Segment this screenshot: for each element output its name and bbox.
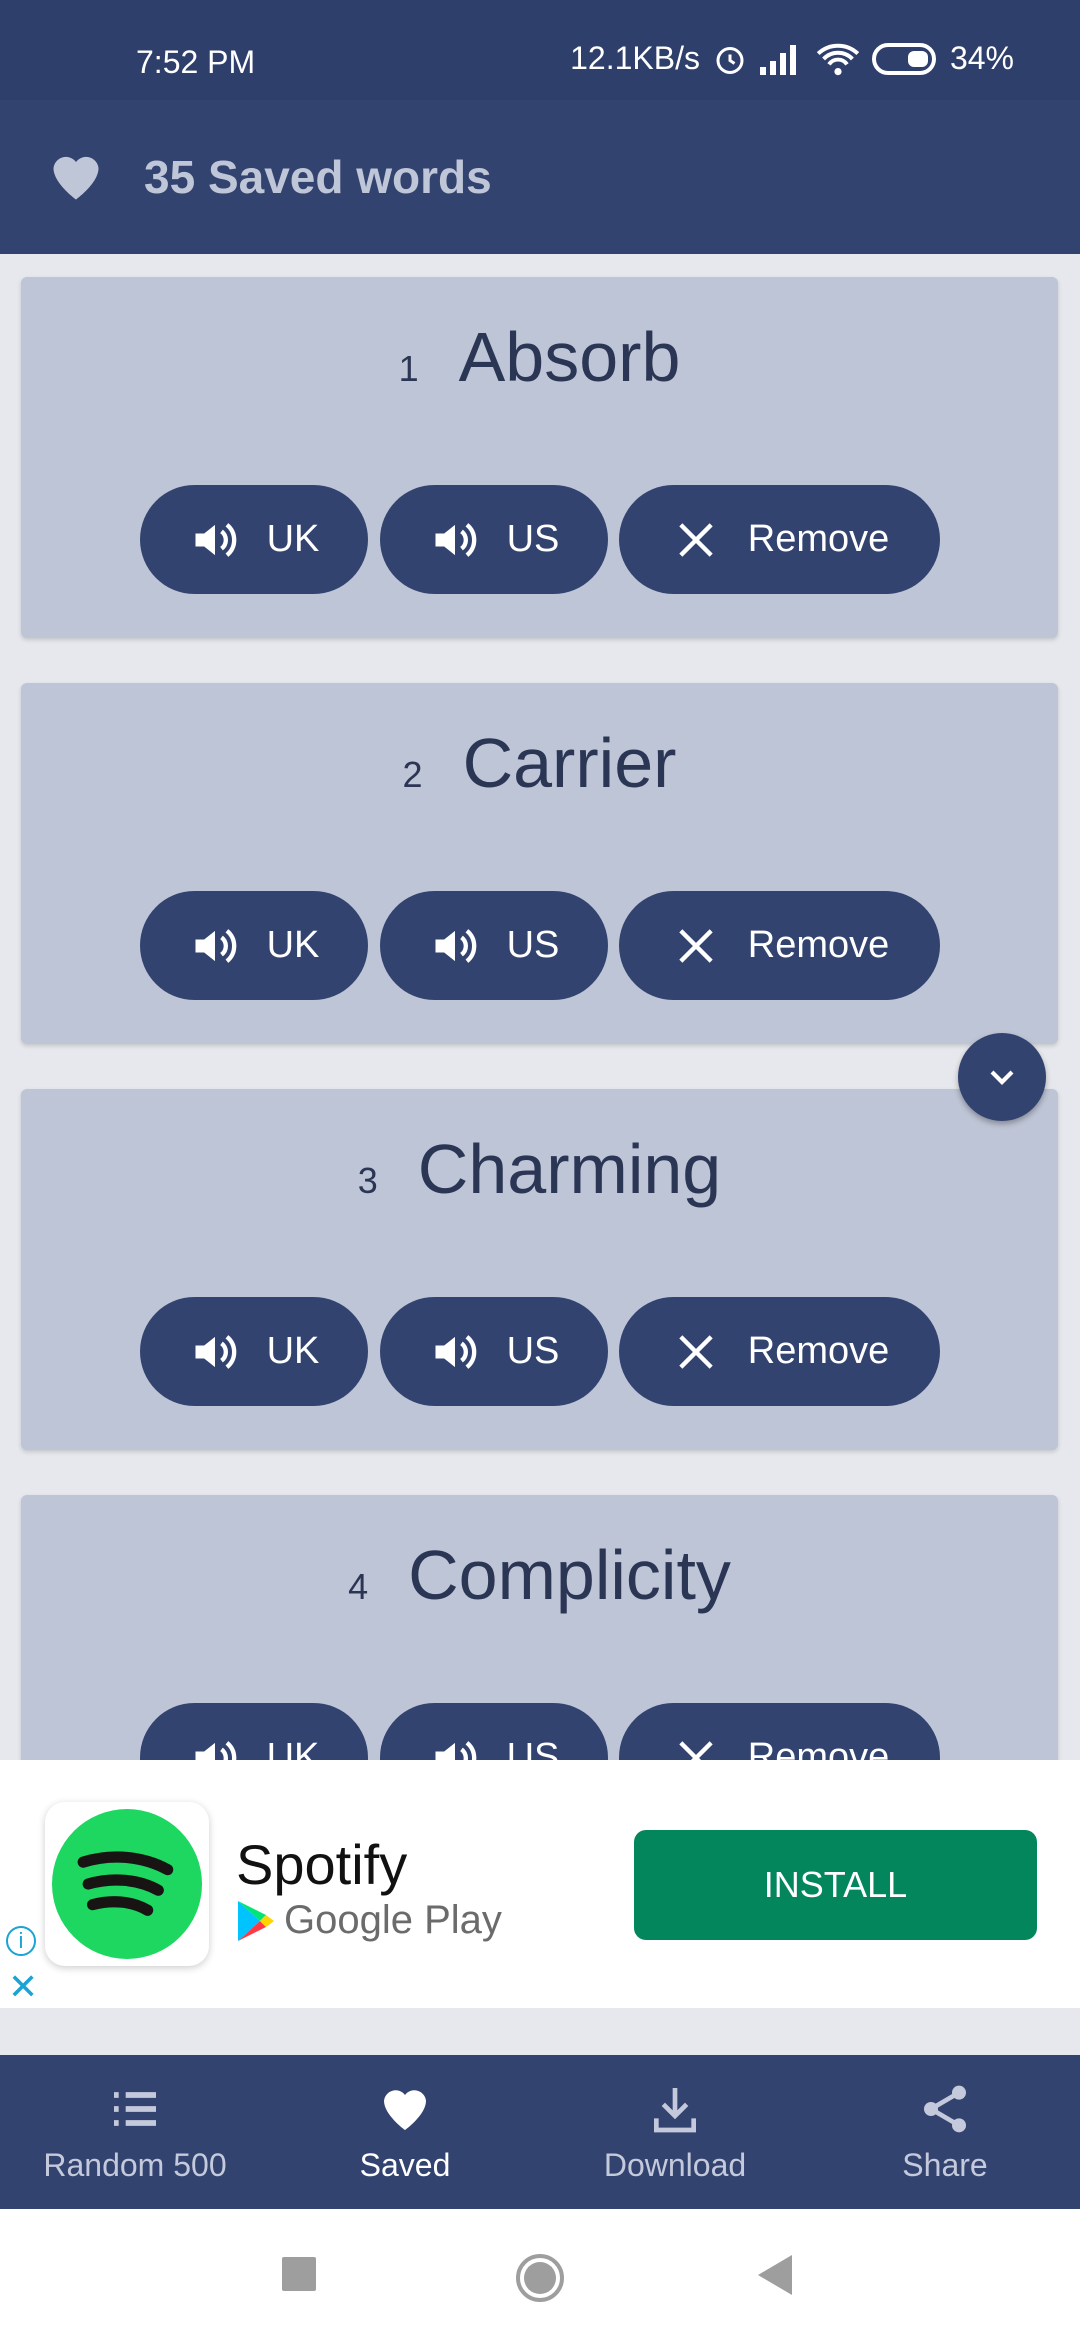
uk-label: UK [266, 924, 320, 966]
google-play-icon [238, 1900, 274, 1941]
speaker-icon [195, 928, 236, 963]
battery-level: 34% [949, 40, 1014, 76]
speaker-icon [435, 928, 476, 963]
remove-button[interactable]: Remove [619, 1703, 940, 1760]
us-label: US [506, 518, 560, 560]
play-uk-button[interactable]: UK [140, 1297, 368, 1406]
speaker-icon [435, 522, 476, 557]
nav-download[interactable]: Download [540, 2055, 810, 2209]
nav-saved[interactable]: Saved [270, 2055, 540, 2209]
play-uk-button[interactable]: UK [140, 1703, 368, 1760]
recents-icon[interactable] [282, 2257, 316, 2291]
remove-button[interactable]: Remove [619, 1297, 940, 1406]
share-icon [924, 2085, 966, 2132]
us-label: US [506, 924, 560, 966]
nav-share[interactable]: Share [810, 2055, 1080, 2209]
us-label: US [506, 1736, 560, 1760]
saved-words-list[interactable]: 1 Absorb UK US Remove 2 Carrier UK US Remo… [0, 254, 1080, 1760]
alarm-icon [716, 46, 744, 74]
wifi-icon [816, 43, 860, 75]
play-us-button[interactable]: US [380, 891, 608, 1000]
speaker-icon [195, 1740, 236, 1760]
word-number: 3 [357, 1160, 378, 1201]
uk-label: UK [266, 1330, 320, 1372]
ad-banner[interactable]: Spotify Google Play INSTALL i ✕ [0, 1760, 1080, 2008]
word-number: 4 [348, 1566, 369, 1607]
nav-label: Random 500 [43, 2146, 227, 2183]
word-text: Carrier [462, 724, 677, 802]
network-speed: 12.1KB/s [570, 40, 700, 76]
app-header: 35 Saved words [0, 100, 1080, 254]
list-icon [114, 2091, 156, 2126]
us-label: US [506, 1330, 560, 1372]
install-button[interactable]: INSTALL [634, 1830, 1037, 1940]
word-number: 2 [402, 754, 423, 795]
play-uk-button[interactable]: UK [140, 891, 368, 1000]
nav-random-500[interactable]: Random 500 [0, 2055, 270, 2209]
store-name: Google Play [284, 1898, 502, 1942]
page-title: 35 Saved words [144, 151, 492, 203]
play-us-button[interactable]: US [380, 1297, 608, 1406]
word-card: 4 Complicity UK US Remove [21, 1495, 1058, 1760]
status-bar: 7:52 PM 12.1KB/s 34% [0, 0, 1080, 100]
divider [0, 2008, 1080, 2055]
play-us-button[interactable]: US [380, 1703, 608, 1760]
uk-label: UK [266, 518, 320, 560]
close-icon [679, 522, 713, 557]
remove-label: Remove [747, 518, 890, 560]
ad-close-icon[interactable]: ✕ [8, 1966, 38, 2008]
nav-label: Saved [359, 2146, 451, 2183]
close-icon [679, 1740, 713, 1760]
uk-label: UK [266, 1736, 320, 1760]
ad-info-icon[interactable]: i [6, 1926, 36, 1956]
speaker-icon [195, 522, 236, 557]
speaker-icon [195, 1334, 236, 1369]
speaker-icon [435, 1334, 476, 1369]
home-icon[interactable] [515, 2253, 565, 2303]
status-time: 7:52 PM [136, 44, 256, 80]
word-number: 1 [398, 348, 419, 389]
system-nav-bar [0, 2209, 1080, 2340]
back-icon[interactable] [758, 2255, 792, 2295]
heart-icon [53, 156, 99, 200]
heart-icon [384, 2089, 426, 2130]
remove-button[interactable]: Remove [619, 485, 940, 594]
signal-icon [759, 44, 796, 75]
word-card: 3 Charming UK US Remove [21, 1089, 1058, 1450]
word-card: 1 Absorb UK US Remove [21, 277, 1058, 638]
ad-app-name: Spotify [236, 1833, 408, 1896]
word-text: Charming [417, 1130, 722, 1208]
nav-label: Share [902, 2146, 988, 2183]
google-play-badge: Google Play [238, 1898, 502, 1943]
chevron-down-icon [990, 1070, 1014, 1085]
remove-label: Remove [747, 924, 890, 966]
word-text: Complicity [408, 1536, 731, 1614]
scroll-down-button[interactable] [958, 1033, 1046, 1121]
close-icon [679, 1334, 713, 1369]
remove-label: Remove [747, 1736, 890, 1760]
bottom-nav: Random 500 Saved Download Share [0, 2055, 1080, 2209]
word-text: Absorb [458, 318, 681, 396]
play-us-button[interactable]: US [380, 485, 608, 594]
play-uk-button[interactable]: UK [140, 485, 368, 594]
download-icon [654, 2087, 696, 2132]
remove-label: Remove [747, 1330, 890, 1372]
nav-label: Download [603, 2146, 747, 2183]
battery-icon [871, 42, 936, 75]
spotify-logo [45, 1802, 209, 1966]
close-icon [679, 928, 713, 963]
remove-button[interactable]: Remove [619, 891, 940, 1000]
speaker-icon [435, 1740, 476, 1760]
word-card: 2 Carrier UK US Remove [21, 683, 1058, 1044]
